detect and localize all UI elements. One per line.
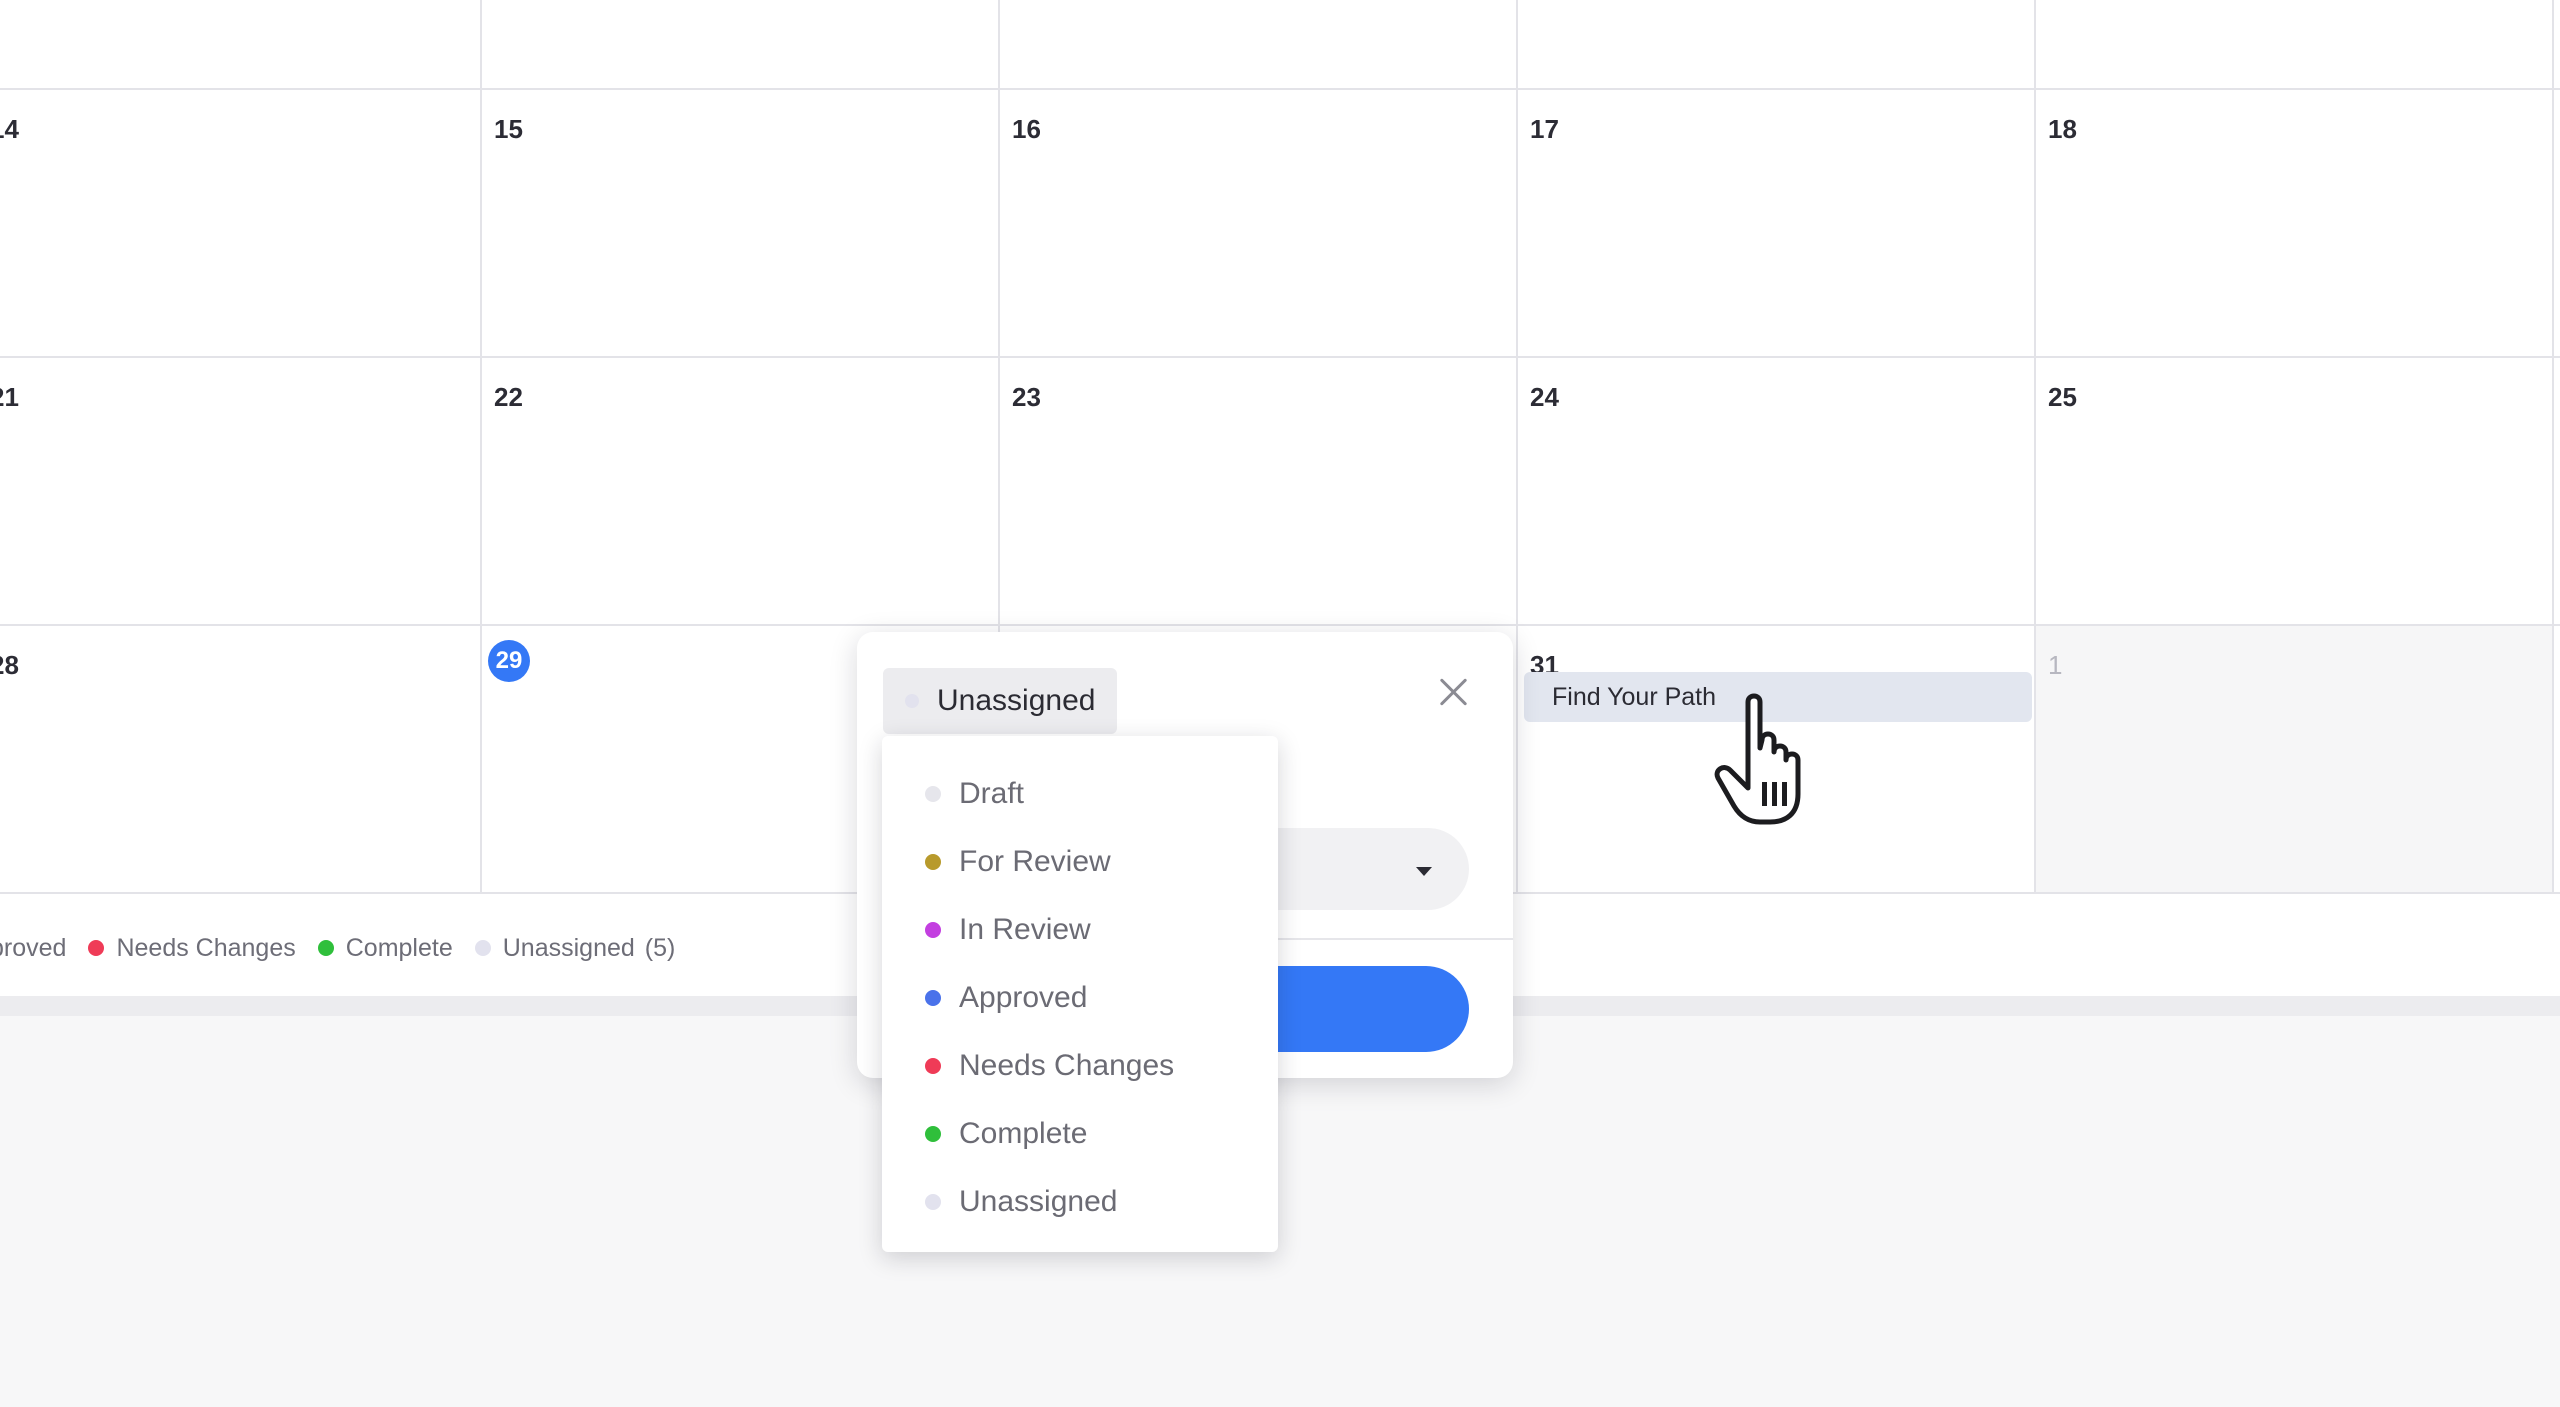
day-number: 18 xyxy=(2048,114,2077,144)
status-option-label: Complete xyxy=(959,1117,1088,1150)
caret-down-icon[interactable] xyxy=(1416,867,1432,876)
status-dot-icon xyxy=(925,922,941,938)
status-option-approved[interactable]: Approved xyxy=(882,964,1278,1032)
day-cell[interactable]: 18 xyxy=(2036,90,2552,356)
day-cell[interactable]: 21 xyxy=(0,358,480,624)
day-cell[interactable]: 17 xyxy=(1518,90,2034,356)
status-option-label: In Review xyxy=(959,913,1091,946)
status-option-label: Draft xyxy=(959,777,1025,810)
primary-button[interactable] xyxy=(1257,966,1469,1052)
day-number: 1 xyxy=(2048,650,2063,680)
day-cell[interactable]: 25 xyxy=(2036,358,2552,624)
legend-item: proved xyxy=(0,934,66,963)
day-cell[interactable]: 23 xyxy=(1000,358,1516,624)
legend-item: Needs Changes xyxy=(88,933,296,963)
status-option-needs-changes[interactable]: Needs Changes xyxy=(882,1032,1278,1100)
status-dot-icon xyxy=(88,940,105,956)
status-option-label: Unassigned xyxy=(959,1185,1118,1218)
status-option-in-review[interactable]: In Review xyxy=(882,896,1278,964)
status-dot-icon xyxy=(317,940,334,956)
status-option-label: Needs Changes xyxy=(959,1049,1175,1082)
day-number: 28 xyxy=(0,650,19,680)
status-chip-label: Unassigned xyxy=(937,684,1096,717)
day-cell-other-month[interactable]: 1 xyxy=(2036,626,2552,892)
event-title: Find Your Path xyxy=(1552,682,1717,711)
legend-item: Complete xyxy=(317,933,453,963)
status-option-label: For Review xyxy=(959,845,1111,878)
day-number: 25 xyxy=(2048,382,2077,412)
close-icon[interactable] xyxy=(1435,674,1471,710)
day-number: 21 xyxy=(0,382,19,412)
legend-item: Unassigned (5) xyxy=(474,933,676,963)
status-dot-icon xyxy=(925,1126,941,1142)
status-option-unassigned[interactable]: Unassigned xyxy=(882,1168,1278,1236)
assignee-select[interactable] xyxy=(1257,828,1469,910)
grid-line xyxy=(2552,0,2554,892)
status-option-for-review[interactable]: For Review xyxy=(882,828,1278,896)
day-cell[interactable]: 16 xyxy=(1000,90,1516,356)
status-dot-icon xyxy=(925,990,941,1006)
legend-label: proved xyxy=(0,933,67,962)
status-option-draft[interactable]: Draft xyxy=(882,760,1278,828)
day-number: 15 xyxy=(494,114,523,144)
status-dot-icon xyxy=(925,1058,941,1074)
day-number: 16 xyxy=(1012,114,1041,144)
legend-label: Unassigned xyxy=(502,933,635,962)
day-number: 14 xyxy=(0,114,19,144)
status-dot-icon xyxy=(905,694,919,708)
day-number: 23 xyxy=(1012,382,1041,412)
legend-label: Needs Changes xyxy=(116,933,296,962)
day-number: 24 xyxy=(1530,382,1559,412)
status-dot-icon xyxy=(925,854,941,870)
day-cell[interactable]: 28 xyxy=(0,626,480,892)
status-dot-icon xyxy=(925,1194,941,1210)
status-legend: proved Needs Changes Complete Unassigned… xyxy=(0,928,697,968)
day-number: 17 xyxy=(1530,114,1559,144)
status-option-label: Approved xyxy=(959,981,1088,1014)
status-dropdown: Draft For Review In Review Approved Need… xyxy=(882,736,1278,1252)
legend-count: (5) xyxy=(644,933,676,962)
day-cell[interactable]: 14 xyxy=(0,90,480,356)
legend-label: Complete xyxy=(345,933,453,962)
status-chip[interactable]: Unassigned xyxy=(883,668,1118,734)
today-badge: 29 xyxy=(488,640,530,682)
day-cell[interactable]: 22 xyxy=(482,358,998,624)
popup-divider xyxy=(1257,938,1513,940)
status-dot-icon xyxy=(474,940,491,956)
hand-cursor-icon xyxy=(1714,693,1801,825)
status-dot-icon xyxy=(925,786,941,802)
status-option-complete[interactable]: Complete xyxy=(882,1100,1278,1168)
day-cell[interactable]: 15 xyxy=(482,90,998,356)
day-cell[interactable]: 24 xyxy=(1518,358,2034,624)
day-number: 22 xyxy=(494,382,523,412)
